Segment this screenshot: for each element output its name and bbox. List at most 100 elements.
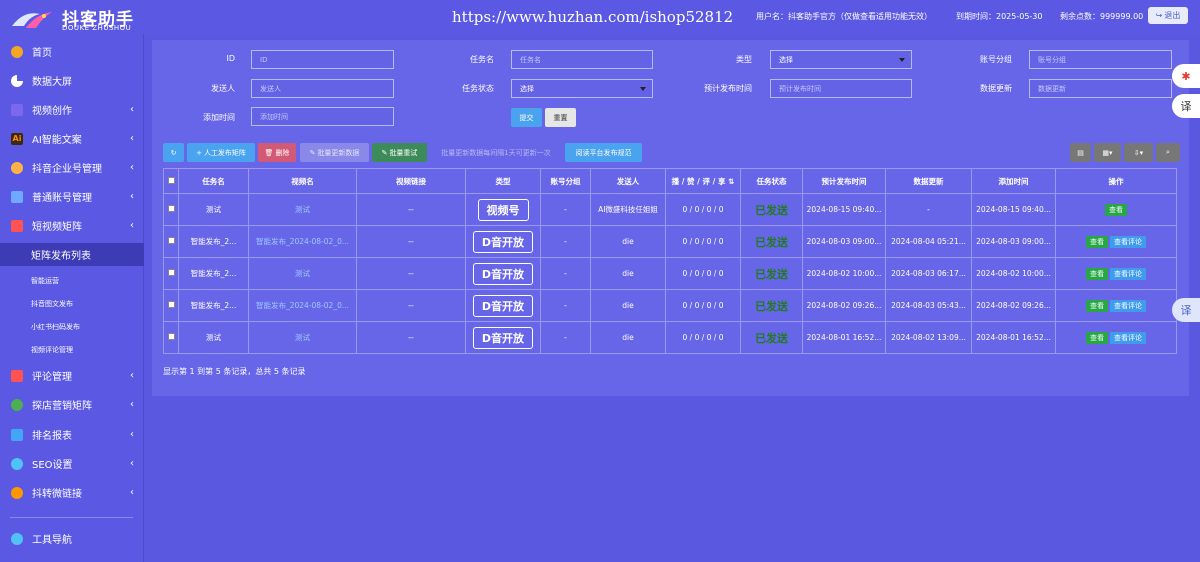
view-comments-button[interactable]: 查看评论 bbox=[1110, 299, 1146, 312]
logo[interactable]: 抖客助手 DOUKE ZHUSHOU bbox=[8, 2, 148, 34]
read-rules-button[interactable]: 阅读平台发布规范 bbox=[565, 143, 642, 162]
submit-button[interactable]: 提交 bbox=[511, 108, 542, 127]
view-comments-button[interactable]: 查看评论 bbox=[1110, 267, 1146, 280]
row-select-cell[interactable] bbox=[163, 289, 179, 322]
row-checkbox[interactable] bbox=[167, 301, 175, 308]
chevron-left-icon: ‹ bbox=[130, 458, 134, 469]
publish-time: 2024-08-03 09:00... bbox=[806, 237, 882, 246]
sidebar-item-enterprise[interactable]: 抖音企业号管理 ‹ bbox=[0, 153, 144, 182]
added-time: 2024-08-15 09:40... bbox=[976, 205, 1051, 214]
task-name-input[interactable]: 任务名 bbox=[511, 50, 653, 69]
task-status: 已发送 bbox=[755, 299, 788, 313]
batch-retry-button[interactable]: ✎ 批量重试 bbox=[372, 143, 427, 162]
logout-button[interactable]: ↪ 退出 bbox=[1148, 7, 1188, 24]
account-group: - bbox=[564, 237, 567, 246]
sidebar-item-accounts[interactable]: 普通账号管理 ‹ bbox=[0, 182, 144, 211]
float-translate-button[interactable]: 译 bbox=[1172, 94, 1200, 118]
add-time-input[interactable]: 添加时间 bbox=[251, 107, 394, 126]
main-content: ID ID 任务名 任务名 类型 选择 账号分组 账号分组 发送人 发送人 任务… bbox=[152, 40, 1189, 396]
row-checkbox[interactable] bbox=[167, 269, 175, 276]
publish-time-input[interactable]: 预计发布时间 bbox=[770, 79, 912, 98]
sidebar-sub-matrix-list[interactable]: 矩阵发布列表 bbox=[0, 243, 144, 266]
row-select-cell[interactable] bbox=[163, 257, 179, 290]
sender-cell: die bbox=[590, 257, 666, 290]
view-button[interactable]: 查看 bbox=[1105, 203, 1127, 216]
column-header: 视频名 bbox=[248, 168, 357, 194]
columns-button[interactable]: ▦▾ bbox=[1094, 143, 1121, 162]
sender: AI微盛科技任姐姐 bbox=[598, 205, 658, 214]
row-checkbox[interactable] bbox=[167, 205, 175, 212]
row-select-cell[interactable] bbox=[163, 225, 179, 258]
watermark-url: https://www.huzhan.com/ishop52812 bbox=[452, 8, 734, 26]
view-button[interactable]: 查看 bbox=[1086, 331, 1108, 344]
column-header: 操作 bbox=[1055, 168, 1177, 194]
delete-button[interactable]: 🗑 删除 bbox=[258, 143, 296, 162]
select-all-checkbox[interactable] bbox=[167, 176, 175, 184]
table-body: 测试 测试 -- 视频号 - AI微盛科技任姐姐 0 / 0 / 0 / 0 已发送 2024-… bbox=[163, 193, 1177, 354]
update-time: 2024-08-04 05:21... bbox=[891, 237, 966, 246]
manual-publish-button[interactable]: + 人工发布矩阵 bbox=[187, 143, 255, 162]
sidebar-item-comments[interactable]: 评论管理 ‹ bbox=[0, 361, 144, 390]
account-group-cell: - bbox=[540, 289, 591, 322]
refresh-button[interactable]: ↻ bbox=[163, 143, 184, 162]
view-button[interactable]: 查看 bbox=[1086, 299, 1108, 312]
sidebar-item-label: AI智能文案 bbox=[32, 135, 82, 146]
data-update-label: 数据更新 bbox=[980, 84, 1012, 93]
row-checkbox[interactable] bbox=[167, 333, 175, 340]
sidebar-sub-xhs-post[interactable]: 小红书扫码发布 bbox=[0, 315, 144, 338]
sidebar-sub-douyin-post[interactable]: 抖音图文发布 bbox=[0, 292, 144, 315]
sender-label: 发送人 bbox=[211, 84, 235, 93]
reset-button[interactable]: 重置 bbox=[545, 108, 576, 127]
account-group: - bbox=[564, 301, 567, 310]
platform-type-cell: D音开放 bbox=[465, 289, 541, 322]
sidebar-item-label: 短视频矩阵 bbox=[32, 222, 82, 233]
column-header: 账号分组 bbox=[540, 168, 591, 194]
sidebar-item-ranking[interactable]: 排名报表 ‹ bbox=[0, 420, 144, 449]
data-update-input[interactable]: 数据更新 bbox=[1029, 79, 1172, 98]
column-header-sortable[interactable]: 播 / 赞 / 评 / 享 ⇅ bbox=[665, 168, 741, 194]
sidebar-item-shop[interactable]: 探店营销矩阵 ‹ bbox=[0, 390, 144, 419]
sidebar-item-matrix[interactable]: 短视频矩阵 ‹ bbox=[0, 211, 144, 240]
search-button[interactable]: ⌕ bbox=[1156, 143, 1180, 162]
sidebar-item-ai-copy[interactable]: Ai AI智能文案 ‹ bbox=[0, 124, 144, 153]
sidebar-item-tools[interactable]: 工具导航 bbox=[0, 524, 144, 553]
column-header: 类型 bbox=[465, 168, 541, 194]
group-label: 账号分组 bbox=[980, 55, 1012, 64]
view-button[interactable]: 查看 bbox=[1086, 235, 1108, 248]
added-time-cell: 2024-08-01 16:52... bbox=[971, 321, 1056, 354]
video-name[interactable]: 测试 bbox=[295, 205, 310, 214]
sidebar-sub-comment-mgmt[interactable]: 视频评论管理 bbox=[0, 338, 144, 361]
video-name[interactable]: 智能发布_2024-08-02_0... bbox=[256, 237, 349, 246]
type-select[interactable]: 选择 bbox=[770, 50, 912, 69]
row-select-cell[interactable] bbox=[163, 193, 179, 226]
view-comments-button[interactable]: 查看评论 bbox=[1110, 331, 1146, 344]
actions-cell: 查看 查看评论 bbox=[1055, 257, 1177, 290]
status-select-value: 选择 bbox=[520, 84, 534, 93]
row-select-cell[interactable] bbox=[163, 321, 179, 354]
row-checkbox[interactable] bbox=[167, 237, 175, 244]
batch-update-label: 批量更新数据 bbox=[317, 148, 360, 157]
sender-input[interactable]: 发送人 bbox=[251, 79, 394, 98]
float-translate-side-button[interactable]: 译 bbox=[1172, 298, 1200, 322]
caret-down-icon bbox=[899, 58, 905, 62]
table-view-button[interactable]: ▤ bbox=[1070, 143, 1091, 162]
sidebar-item-link[interactable]: 抖转微链接 ‹ bbox=[0, 478, 144, 507]
group-input[interactable]: 账号分组 bbox=[1029, 50, 1172, 69]
view-comments-button[interactable]: 查看评论 bbox=[1110, 235, 1146, 248]
status-select[interactable]: 选择 bbox=[511, 79, 653, 98]
sidebar-sub-smart-ops[interactable]: 智能运营 bbox=[0, 269, 144, 292]
video-name[interactable]: 智能发布_2024-08-02_0... bbox=[256, 301, 349, 310]
select-all-cell[interactable] bbox=[163, 168, 179, 194]
export-button[interactable]: ⇩▾ bbox=[1124, 143, 1153, 162]
video-name[interactable]: 测试 bbox=[295, 333, 310, 342]
id-input[interactable]: ID bbox=[251, 50, 394, 69]
sidebar-item-seo[interactable]: SEO设置 ‹ bbox=[0, 449, 144, 478]
task-status-cell: 已发送 bbox=[740, 289, 803, 322]
video-name[interactable]: 测试 bbox=[295, 269, 310, 278]
view-button[interactable]: 查看 bbox=[1086, 267, 1108, 280]
sidebar-item-home[interactable]: 首页 bbox=[0, 37, 144, 66]
batch-update-button[interactable]: ✎ 批量更新数据 bbox=[300, 143, 369, 162]
sidebar-item-video-create[interactable]: 视频创作 ‹ bbox=[0, 95, 144, 124]
float-app-button[interactable]: ✱ bbox=[1172, 64, 1200, 88]
sidebar-item-dashboard[interactable]: 数据大屏 bbox=[0, 66, 144, 95]
